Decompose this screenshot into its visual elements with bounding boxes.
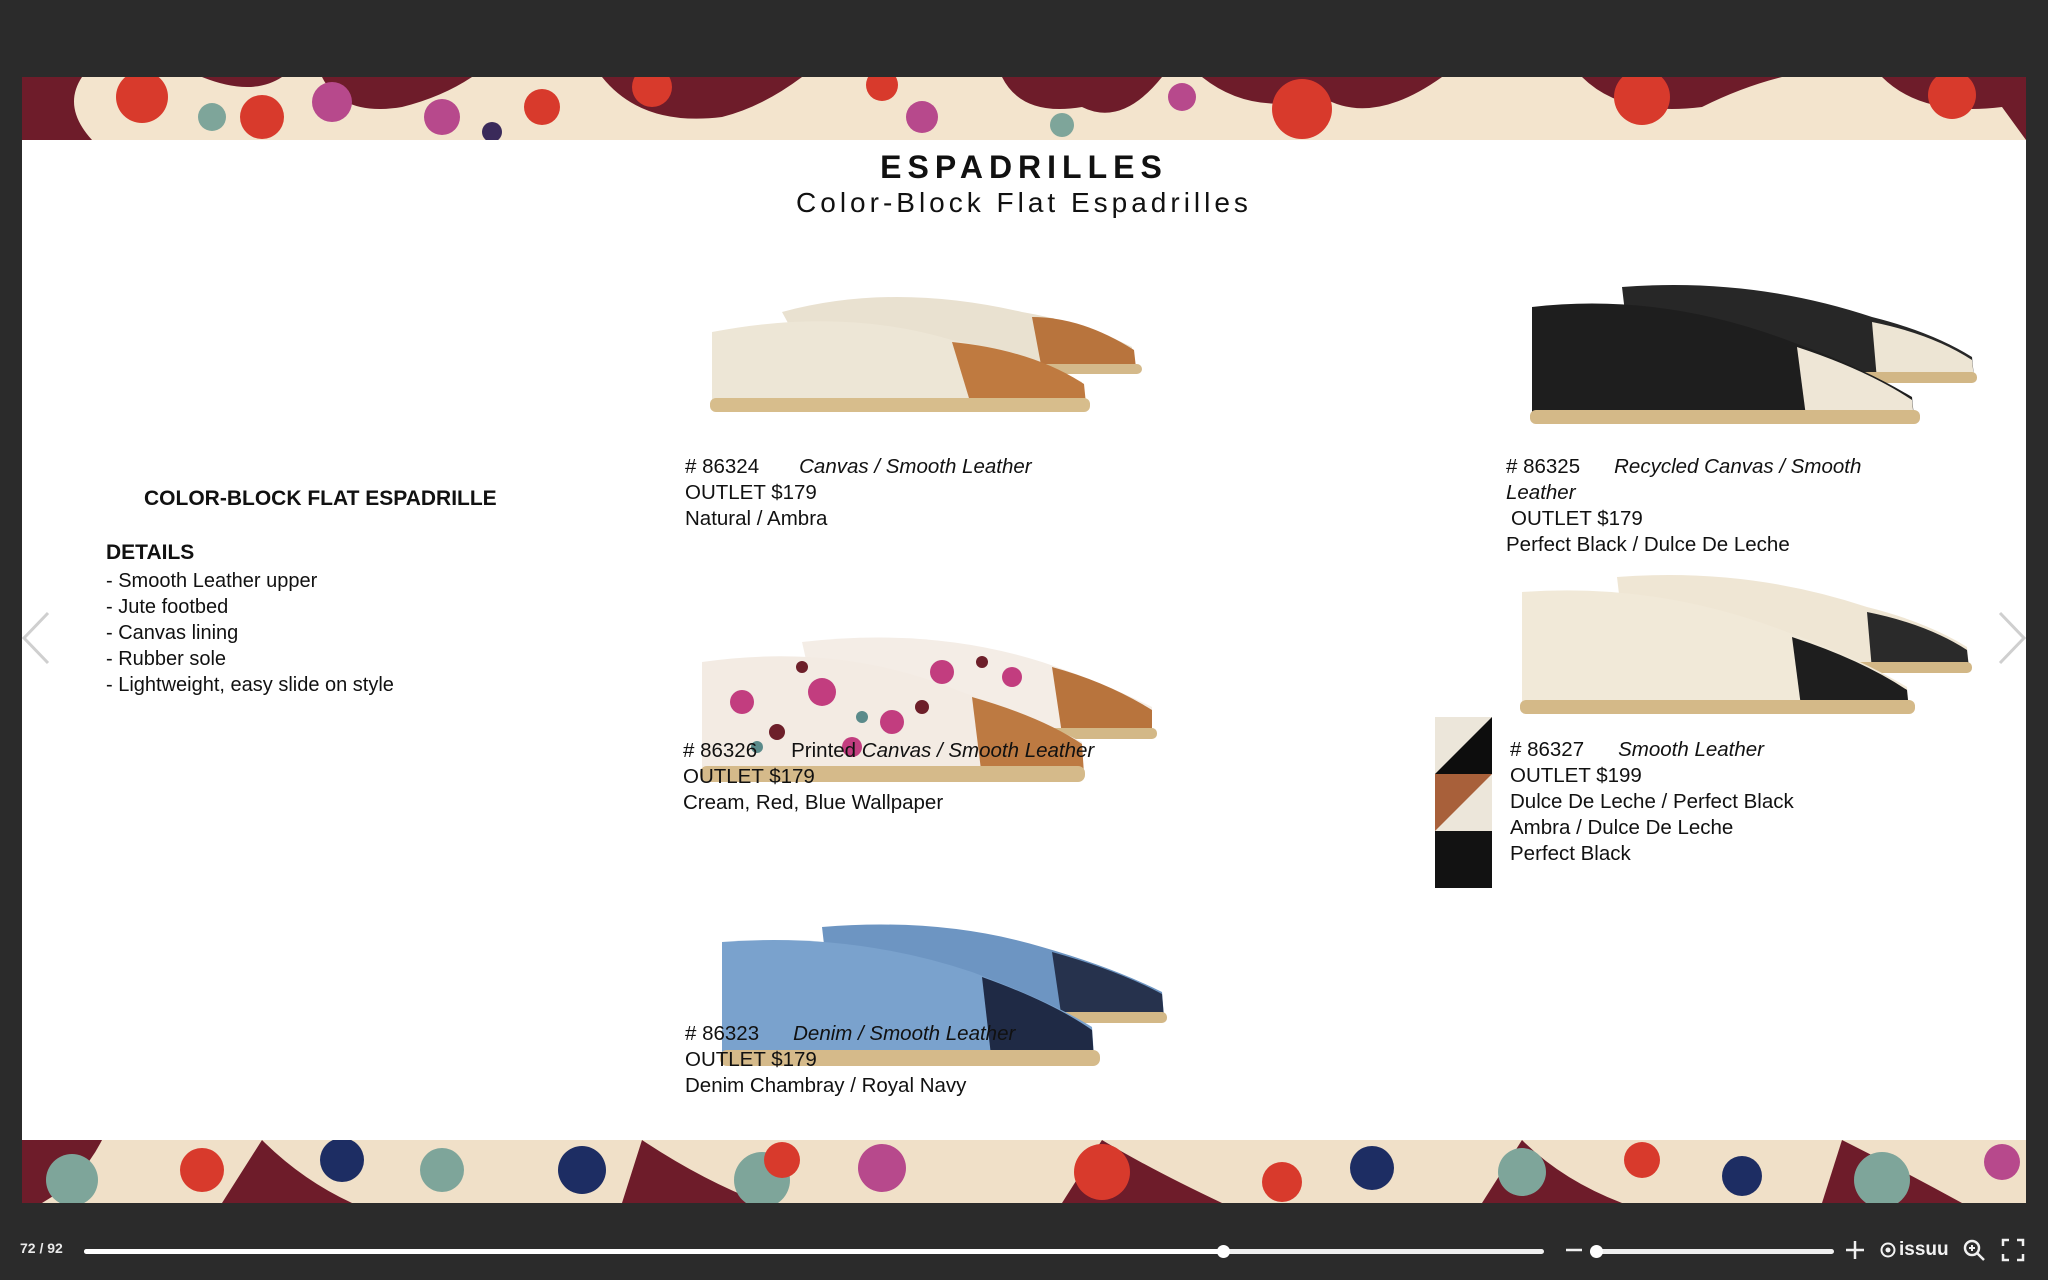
product-colorway: Ambra / Dulce De Leche: [1510, 816, 1734, 839]
magnify-icon[interactable]: [1962, 1238, 1986, 1262]
plus-icon[interactable]: [1843, 1238, 1867, 1262]
product-caption-86323: # 86323 Denim / Smooth Leather OUTLET $17…: [685, 1021, 1015, 1099]
product-code: # 86325: [1506, 455, 1581, 478]
product-colorway: Perfect Black: [1510, 842, 1631, 865]
product-material: Denim / Smooth Leather: [793, 1022, 1016, 1045]
product-material: Recycled Canvas / Smooth: [1614, 455, 1862, 478]
product-code: # 86323: [685, 1022, 760, 1045]
shoe-image-cream-black: [1520, 575, 1972, 714]
product-caption-86324: # 86324 Canvas / Smooth Leather OUTLET $1…: [685, 454, 1032, 532]
product-material-cont: Leather: [1506, 481, 1576, 504]
page-subtitle: Color-Block Flat Espadrilles: [796, 187, 1252, 218]
fullscreen-icon[interactable]: [2001, 1238, 2025, 1262]
product-code: # 86327: [1510, 738, 1585, 761]
color-swatch-brown-cream: [1435, 774, 1492, 831]
product-details-block: COLOR-BLOCK FLAT ESPADRILLE DETAILS - Sm…: [106, 487, 497, 698]
issuu-logo[interactable]: issuu: [1880, 1239, 1949, 1261]
detail-item: - Rubber sole: [106, 648, 227, 670]
details-heading: DETAILS: [106, 541, 195, 564]
product-colorway: Dulce De Leche / Perfect Black: [1510, 790, 1794, 813]
detail-item: - Canvas lining: [106, 622, 239, 644]
product-caption-86326: # 86326 Printed Canvas / Smooth Leather O…: [683, 738, 1094, 816]
product-name: COLOR-BLOCK FLAT ESPADRILLE: [144, 487, 497, 510]
page-scrubber-handle[interactable]: [1216, 1245, 1230, 1258]
zoom-slider-handle[interactable]: [1590, 1245, 1603, 1258]
color-swatch-black: [1435, 831, 1492, 888]
chevron-left-icon[interactable]: [18, 608, 54, 668]
product-price: OUTLET $199: [1510, 764, 1642, 787]
product-code: # 86324: [685, 455, 760, 478]
viewer-toolbar: 72 / 92 issuu: [0, 1230, 2048, 1270]
detail-item: - Lightweight, easy slide on style: [106, 674, 394, 696]
brand-name: issuu: [1899, 1239, 1949, 1260]
product-price: OUTLET $179: [685, 1048, 817, 1071]
minus-icon[interactable]: [1564, 1238, 1584, 1262]
page-title: ESPADRILLES: [880, 149, 1168, 185]
page-indicator: 72 / 92: [20, 1240, 63, 1256]
floral-banner-top: [22, 77, 2026, 140]
issuu-mark-icon: [1880, 1242, 1896, 1258]
product-price: OUTLET $179: [685, 481, 817, 504]
product-code: # 86326: [683, 739, 758, 762]
product-caption-86325: # 86325 Recycled Canvas / Smooth Leather …: [1506, 454, 1861, 558]
product-colorway: Perfect Black / Dulce De Leche: [1506, 533, 1790, 556]
product-colorway: Denim Chambray / Royal Navy: [685, 1074, 967, 1097]
page-scrubber-fill: [84, 1249, 1223, 1254]
product-material: Canvas / Smooth Leather: [799, 455, 1032, 478]
product-price: OUTLET $179: [1511, 507, 1643, 530]
detail-item: - Jute footbed: [106, 596, 229, 618]
shoe-image-natural-ambra: [710, 297, 1142, 412]
page-scrubber[interactable]: [84, 1245, 1544, 1258]
product-material-prefix: Printed: [791, 739, 857, 762]
product-caption-86327: # 86327 Smooth Leather OUTLET $199 Dulce …: [1510, 737, 1794, 867]
product-material: Canvas / Smooth Leather: [861, 739, 1095, 762]
magazine-page: ESPADRILLES Color-Block Flat Espadrilles…: [22, 77, 2026, 1203]
color-swatch-cream-black: [1435, 717, 1492, 774]
product-material: Smooth Leather: [1618, 738, 1764, 761]
product-colorway: Natural / Ambra: [685, 507, 828, 530]
detail-item: - Smooth Leather upper: [106, 570, 318, 592]
shoe-image-perfect-black: [1530, 285, 1977, 424]
product-colorway: Cream, Red, Blue Wallpaper: [683, 791, 944, 814]
zoom-slider[interactable]: [1590, 1245, 1834, 1258]
floral-banner-bottom: [22, 1140, 2026, 1203]
chevron-right-icon[interactable]: [1994, 608, 2030, 668]
product-price: OUTLET $179: [683, 765, 815, 788]
